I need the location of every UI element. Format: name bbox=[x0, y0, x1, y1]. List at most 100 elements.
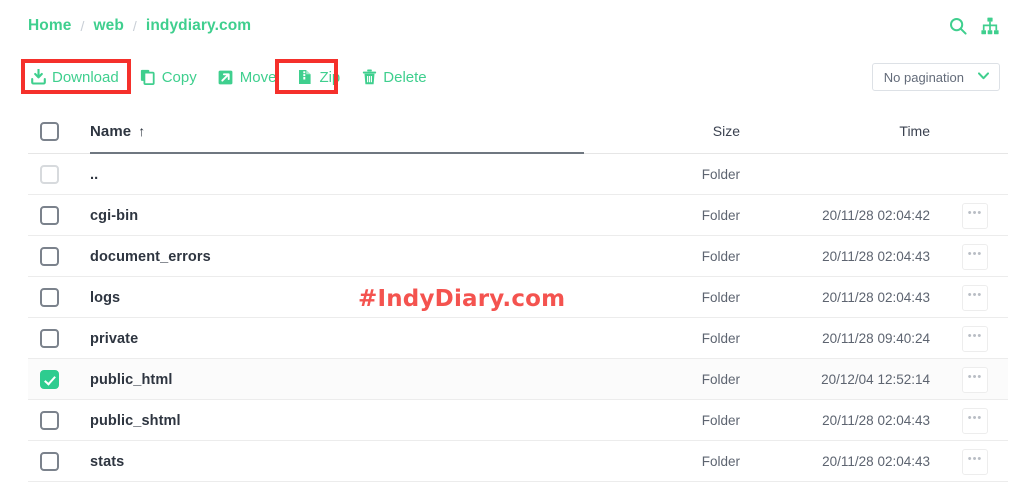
move-label: Move bbox=[239, 68, 277, 86]
row-time: 20/11/28 02:04:43 bbox=[822, 290, 930, 305]
breadcrumb-item-indydiary-com[interactable]: indydiary.com bbox=[146, 17, 251, 35]
table-header-row: Name ↑ Size Time bbox=[28, 108, 1008, 154]
top-bar: Home / web / indydiary.com bbox=[0, 0, 1024, 52]
row-menu-cell: ••• bbox=[942, 448, 1008, 475]
sort-ascending-icon: ↑ bbox=[138, 123, 146, 139]
row-name[interactable]: logs bbox=[90, 290, 612, 306]
pagination-value: No pagination bbox=[883, 69, 964, 85]
download-button[interactable]: Download bbox=[28, 66, 121, 89]
chevron-down-icon bbox=[978, 71, 989, 83]
move-icon bbox=[218, 69, 234, 86]
select-all-cell bbox=[28, 121, 90, 141]
row-checkbox[interactable] bbox=[40, 206, 59, 225]
row-name[interactable]: public_shtml bbox=[90, 413, 612, 429]
row-size: Folder bbox=[701, 167, 740, 182]
row-time: 20/12/04 12:52:14 bbox=[821, 372, 930, 387]
row-size: Folder bbox=[701, 290, 740, 305]
table-row[interactable]: stats Folder 20/11/28 02:04:43 ••• bbox=[28, 441, 1008, 482]
delete-button[interactable]: Delete bbox=[359, 66, 428, 89]
download-label: Download bbox=[52, 68, 119, 86]
trash-icon bbox=[361, 69, 377, 86]
row-name[interactable]: cgi-bin bbox=[90, 208, 612, 224]
row-checkbox[interactable] bbox=[40, 247, 59, 266]
row-size: Folder bbox=[701, 372, 740, 387]
row-time: 20/11/28 09:40:24 bbox=[822, 331, 930, 346]
row-checkbox bbox=[40, 165, 59, 184]
sitemap-icon[interactable] bbox=[980, 16, 1000, 36]
breadcrumb-item-home[interactable]: Home bbox=[28, 17, 71, 35]
row-size: Folder bbox=[701, 249, 740, 264]
row-checkbox-cell bbox=[28, 329, 90, 348]
row-size: Folder bbox=[701, 413, 740, 428]
row-menu-cell: ••• bbox=[942, 202, 1008, 229]
copy-icon bbox=[140, 69, 156, 86]
row-menu-cell: ••• bbox=[942, 325, 1008, 352]
row-time: 20/11/28 02:04:43 bbox=[822, 249, 930, 264]
column-header-size[interactable]: Size bbox=[612, 123, 762, 139]
column-header-name[interactable]: Name ↑ bbox=[90, 123, 612, 140]
row-name[interactable]: private bbox=[90, 331, 612, 347]
row-checkbox-cell bbox=[28, 165, 90, 184]
pagination-select[interactable]: No pagination bbox=[871, 63, 1000, 91]
breadcrumb-separator: / bbox=[80, 18, 85, 34]
row-size: Folder bbox=[701, 454, 740, 469]
move-button[interactable]: Move bbox=[216, 66, 279, 89]
row-more-options-button[interactable]: ••• bbox=[962, 284, 988, 311]
row-checkbox[interactable] bbox=[40, 329, 59, 348]
row-time: 20/11/28 02:04:43 bbox=[822, 413, 930, 428]
row-menu-cell: ••• bbox=[942, 284, 1008, 311]
zip-icon bbox=[297, 69, 313, 86]
row-more-options-button[interactable]: ••• bbox=[962, 407, 988, 434]
zip-label: Zip bbox=[319, 68, 341, 86]
row-checkbox-cell bbox=[28, 247, 90, 266]
row-size: Folder bbox=[701, 208, 740, 223]
copy-button[interactable]: Copy bbox=[138, 66, 199, 89]
delete-label: Delete bbox=[383, 68, 427, 86]
row-name[interactable]: .. bbox=[90, 167, 612, 183]
row-time: 20/11/28 02:04:42 bbox=[822, 208, 930, 223]
row-name[interactable]: document_errors bbox=[90, 249, 612, 265]
select-all-checkbox[interactable] bbox=[40, 121, 59, 141]
column-header-time[interactable]: Time bbox=[762, 123, 942, 139]
table-row[interactable]: logs Folder 20/11/28 02:04:43 ••• bbox=[28, 277, 1008, 318]
row-checkbox-cell bbox=[28, 452, 90, 471]
top-bar-icons bbox=[948, 16, 1000, 36]
row-checkbox[interactable] bbox=[40, 288, 59, 307]
column-header-name-label: Name bbox=[90, 122, 132, 140]
table-row[interactable]: private Folder 20/11/28 09:40:24 ••• bbox=[28, 318, 1008, 359]
search-icon[interactable] bbox=[948, 16, 968, 36]
zip-button[interactable]: Zip bbox=[295, 66, 342, 89]
row-more-options-button[interactable]: ••• bbox=[962, 325, 988, 352]
row-menu-cell: ••• bbox=[942, 366, 1008, 393]
table-row[interactable]: document_errors Folder 20/11/28 02:04:43 ••… bbox=[28, 236, 1008, 277]
action-buttons: Download Copy Move Zip Delete bbox=[28, 66, 429, 89]
table-row[interactable]: .. Folder bbox=[28, 154, 1008, 195]
row-checkbox-cell bbox=[28, 288, 90, 307]
row-checkbox[interactable] bbox=[40, 452, 59, 471]
row-checkbox-cell bbox=[28, 411, 90, 430]
row-menu-cell: ••• bbox=[942, 407, 1008, 434]
row-checkbox[interactable] bbox=[40, 370, 59, 389]
row-menu-cell: ••• bbox=[942, 243, 1008, 270]
table-row[interactable]: public_shtml Folder 20/11/28 02:04:43 ••• bbox=[28, 400, 1008, 441]
row-more-options-button[interactable]: ••• bbox=[962, 448, 988, 475]
row-time: 20/11/28 02:04:43 bbox=[822, 454, 930, 469]
row-name[interactable]: stats bbox=[90, 454, 612, 470]
table-rows: .. Folder cgi-bin Folder 20/11/28 02:04:42 ••… bbox=[28, 154, 1008, 482]
row-checkbox[interactable] bbox=[40, 411, 59, 430]
breadcrumb-separator: / bbox=[132, 18, 137, 34]
row-more-options-button[interactable]: ••• bbox=[962, 202, 988, 229]
copy-label: Copy bbox=[161, 68, 197, 86]
table-row[interactable]: public_html Folder 20/12/04 12:52:14 ••• bbox=[28, 359, 1008, 400]
download-icon bbox=[30, 69, 46, 86]
breadcrumb: Home / web / indydiary.com bbox=[28, 17, 251, 35]
breadcrumb-item-web[interactable]: web bbox=[93, 17, 123, 35]
row-more-options-button[interactable]: ••• bbox=[962, 243, 988, 270]
row-more-options-button[interactable]: ••• bbox=[962, 366, 988, 393]
row-size: Folder bbox=[701, 331, 740, 346]
action-toolbar: Download Copy Move Zip Delete No paginat… bbox=[0, 52, 1024, 102]
table-row[interactable]: cgi-bin Folder 20/11/28 02:04:42 ••• bbox=[28, 195, 1008, 236]
row-checkbox-cell bbox=[28, 206, 90, 225]
row-checkbox-cell bbox=[28, 370, 90, 389]
row-name[interactable]: public_html bbox=[90, 372, 612, 388]
